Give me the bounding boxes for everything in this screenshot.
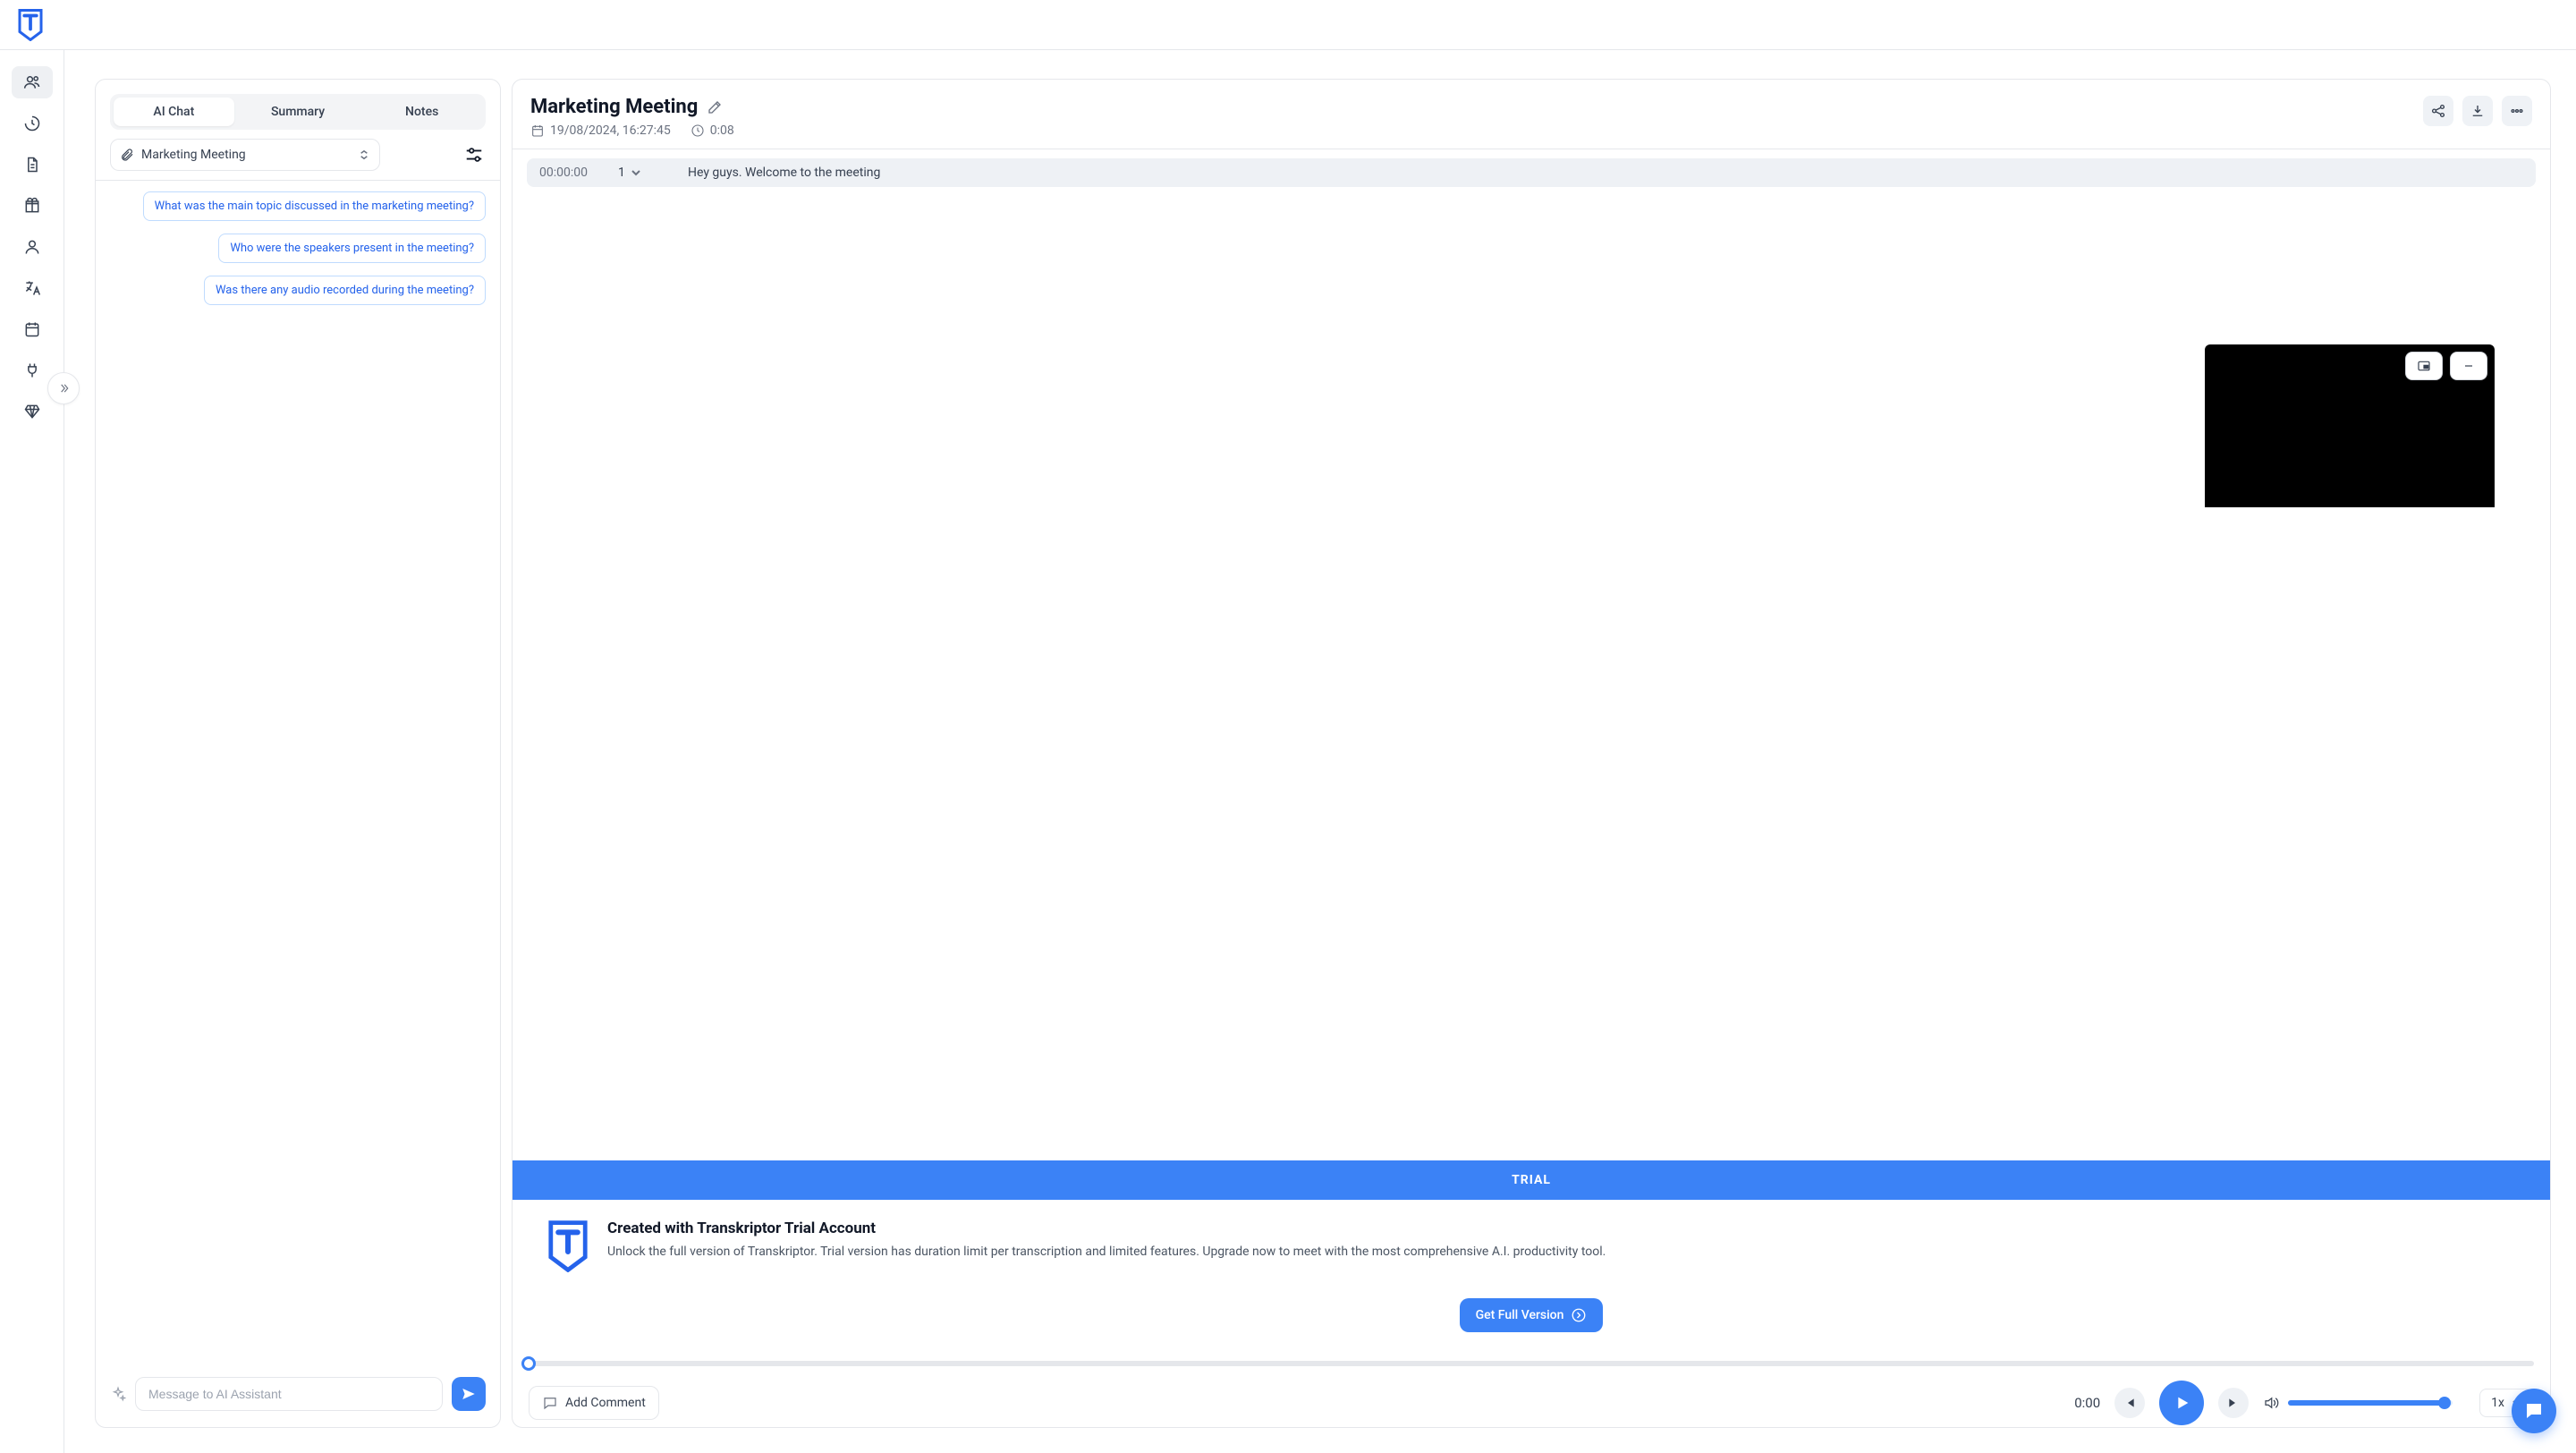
play-button[interactable]: [2159, 1381, 2204, 1425]
support-chat-fab[interactable]: [2512, 1389, 2556, 1433]
sidebar-item-activity[interactable]: [12, 107, 53, 140]
sidebar-item-language[interactable]: [12, 272, 53, 304]
skip-prev-icon: [2123, 1396, 2137, 1410]
volume-icon[interactable]: [2263, 1395, 2279, 1411]
paperclip-icon: [120, 148, 134, 162]
trial-banner: TRIAL: [513, 1160, 2550, 1200]
minus-icon: [2462, 359, 2476, 373]
sidebar-item-gift[interactable]: [12, 190, 53, 222]
suggestion-chip[interactable]: Was there any audio recorded during the …: [204, 276, 486, 305]
video-pip-button[interactable]: [2405, 352, 2443, 380]
download-icon: [2470, 103, 2486, 119]
edit-title-icon[interactable]: [707, 99, 723, 115]
attachment-select[interactable]: Marketing Meeting: [110, 139, 380, 171]
calendar-icon: [530, 123, 545, 138]
transcript-time: 00:00:00: [539, 166, 602, 180]
sidebar-item-calendar[interactable]: [12, 313, 53, 345]
chevron-down-icon: [631, 167, 641, 178]
chevron-updown-icon: [358, 149, 370, 160]
meeting-duration: 0:08: [691, 123, 734, 138]
left-tabs: AI Chat Summary Notes: [110, 94, 486, 130]
transcript-text: Hey guys. Welcome to the meeting: [688, 166, 880, 180]
add-comment-button[interactable]: Add Comment: [529, 1386, 659, 1420]
meeting-title: Marketing Meeting: [530, 96, 698, 118]
trial-logo: [543, 1219, 593, 1273]
tab-ai-chat[interactable]: AI Chat: [114, 98, 234, 126]
sidebar-item-plug[interactable]: [12, 354, 53, 387]
sparkle-icon: [110, 1386, 126, 1402]
play-icon: [2172, 1393, 2191, 1413]
sidebar-item-user[interactable]: [12, 231, 53, 263]
next-button[interactable]: [2218, 1388, 2249, 1418]
trial-heading: Created with Transkriptor Trial Account: [607, 1219, 1606, 1237]
video-minimize-button[interactable]: [2450, 352, 2487, 380]
volume-slider[interactable]: [2288, 1400, 2453, 1406]
send-icon: [461, 1386, 477, 1402]
video-preview: [2205, 344, 2495, 507]
volume-thumb[interactable]: [2438, 1397, 2451, 1409]
download-button[interactable]: [2462, 96, 2493, 126]
clock-icon: [691, 123, 705, 138]
transcript-speaker-select[interactable]: 1: [618, 166, 672, 180]
sidebar-item-gem[interactable]: [12, 395, 53, 428]
sidebar-item-people[interactable]: [12, 66, 53, 98]
attachment-label: Marketing Meeting: [141, 148, 246, 162]
more-icon: [2509, 103, 2525, 119]
share-icon: [2430, 103, 2446, 119]
player-time: 0:00: [2074, 1395, 2100, 1411]
chat-icon: [2523, 1400, 2545, 1422]
arrow-circle-icon: [1571, 1307, 1587, 1323]
sidebar-item-doc[interactable]: [12, 149, 53, 181]
transcript-row[interactable]: 00:00:00 1 Hey guys. Welcome to the meet…: [527, 158, 2536, 187]
get-full-version-button[interactable]: Get Full Version: [1460, 1298, 1604, 1332]
tab-summary[interactable]: Summary: [238, 98, 359, 126]
suggestion-chip[interactable]: What was the main topic discussed in the…: [143, 191, 486, 221]
pip-icon: [2417, 359, 2431, 373]
trial-body: Unlock the full version of Transkriptor.…: [607, 1243, 1606, 1261]
filter-sliders-button[interactable]: [462, 143, 486, 166]
seek-thumb[interactable]: [521, 1356, 536, 1371]
send-button[interactable]: [452, 1377, 486, 1411]
sidebar-expand-button[interactable]: [47, 372, 80, 404]
suggestion-chip[interactable]: Who were the speakers present in the mee…: [218, 234, 486, 263]
app-logo[interactable]: [16, 11, 45, 39]
prev-button[interactable]: [2114, 1388, 2145, 1418]
comment-icon: [542, 1395, 558, 1411]
ai-message-input[interactable]: [135, 1377, 443, 1411]
seek-bar[interactable]: [529, 1361, 2534, 1366]
tab-notes[interactable]: Notes: [361, 98, 482, 126]
meeting-date: 19/08/2024, 16:27:45: [530, 123, 671, 138]
skip-next-icon: [2226, 1396, 2241, 1410]
share-button[interactable]: [2423, 96, 2453, 126]
more-button[interactable]: [2502, 96, 2532, 126]
